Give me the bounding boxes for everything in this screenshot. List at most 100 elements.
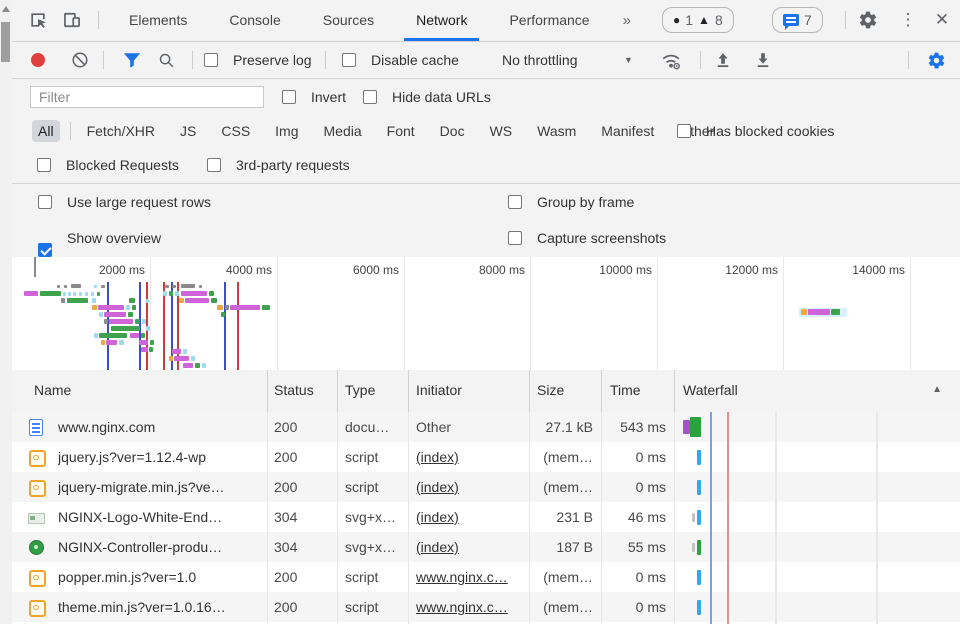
- overview-bar: [99, 312, 103, 317]
- import-har-icon[interactable]: [714, 51, 732, 69]
- issues-badge[interactable]: 7: [772, 7, 823, 33]
- column-header-initiator[interactable]: Initiator: [416, 382, 462, 398]
- request-initiator: (index): [416, 442, 524, 472]
- use-large-rows-checkbox[interactable]: [38, 195, 52, 209]
- tab-sources[interactable]: Sources: [302, 0, 395, 41]
- inspect-element-icon[interactable]: [28, 10, 48, 30]
- issues-icon: [783, 14, 799, 26]
- waterfall-cell: [674, 412, 946, 442]
- initiator-link[interactable]: www.nginx.c…: [416, 569, 508, 585]
- close-devtools-icon[interactable]: ✕: [932, 10, 952, 30]
- request-type: script: [345, 592, 403, 622]
- initiator-link[interactable]: www.nginx.c…: [416, 599, 508, 615]
- request-initiator: (index): [416, 532, 524, 562]
- request-row[interactable]: popper.min.js?ver=1.0200scriptwww.nginx.…: [12, 562, 960, 592]
- overview-bar: [191, 356, 195, 361]
- more-tabs-button[interactable]: »: [611, 1, 643, 41]
- overview-bar: [141, 333, 145, 338]
- network-settings-gear-icon[interactable]: [927, 51, 946, 70]
- request-row[interactable]: theme.min.js?ver=1.0.16…200scriptwww.ngi…: [12, 592, 960, 622]
- has-blocked-cookies-checkbox[interactable]: [677, 124, 691, 138]
- filter-input[interactable]: [30, 86, 264, 108]
- request-row[interactable]: jquery-migrate.min.js?ve…200script(index…: [12, 472, 960, 502]
- initiator-link[interactable]: (index): [416, 479, 459, 495]
- overview-bar: [172, 285, 176, 288]
- overview-bar: [63, 292, 66, 296]
- filter-type-js[interactable]: JS: [174, 120, 202, 142]
- column-header-time[interactable]: Time: [610, 382, 641, 398]
- issues-count: 7: [804, 12, 812, 28]
- column-divider: [529, 412, 530, 624]
- errors-warnings-badge[interactable]: ● 1 ▲ 8: [662, 7, 734, 33]
- filter-type-all[interactable]: All: [32, 120, 60, 142]
- overview-bar: [142, 319, 146, 324]
- column-header-size[interactable]: Size: [537, 382, 564, 398]
- filter-type-css[interactable]: CSS: [215, 120, 256, 142]
- blocked-requests-checkbox[interactable]: [37, 158, 51, 172]
- overview-bar: [85, 292, 88, 296]
- initiator-link[interactable]: (index): [416, 539, 459, 555]
- filter-type-wasm[interactable]: Wasm: [531, 120, 582, 142]
- divider: [192, 51, 193, 69]
- filter-type-manifest[interactable]: Manifest: [595, 120, 660, 142]
- capture-screenshots-checkbox[interactable]: [508, 231, 522, 245]
- initiator-link[interactable]: (index): [416, 449, 459, 465]
- kebab-menu-icon[interactable]: ⋮: [898, 10, 918, 30]
- filter-type-img[interactable]: Img: [269, 120, 304, 142]
- network-conditions-icon[interactable]: [660, 51, 682, 70]
- filter-type-media[interactable]: Media: [318, 120, 368, 142]
- request-time: 0 ms: [601, 562, 666, 592]
- chevron-down-icon[interactable]: ▼: [624, 55, 633, 65]
- group-by-frame-label: Group by frame: [537, 194, 634, 210]
- filter-type-font[interactable]: Font: [381, 120, 421, 142]
- request-size: (mem…: [529, 592, 593, 622]
- scroll-up-arrow-icon[interactable]: [2, 6, 10, 12]
- column-header-type[interactable]: Type: [345, 382, 375, 398]
- overview-bar: [183, 363, 193, 368]
- filter-funnel-icon[interactable]: [123, 52, 141, 69]
- record-button[interactable]: [31, 53, 45, 67]
- tab-network[interactable]: Network: [395, 0, 488, 41]
- column-header-name[interactable]: Name: [34, 382, 71, 398]
- request-row[interactable]: www.nginx.com200docu…Other27.1 kB543 ms: [12, 412, 960, 442]
- resource-type-filter-bar: All Fetch/XHR JS CSS Img Media Font Doc WS Wasm Ma…: [12, 115, 960, 147]
- column-divider: [267, 412, 268, 624]
- overview-bar: [181, 284, 195, 288]
- third-party-requests-checkbox[interactable]: [207, 158, 221, 172]
- network-overview-timeline[interactable]: 2000 ms4000 ms6000 ms8000 ms10000 ms1200…: [12, 257, 960, 371]
- overview-bar: [24, 291, 38, 296]
- column-header-status[interactable]: Status: [274, 382, 314, 398]
- tab-console[interactable]: Console: [208, 0, 301, 41]
- request-type: script: [345, 562, 403, 592]
- hide-data-urls-checkbox[interactable]: [363, 90, 377, 104]
- disable-cache-checkbox[interactable]: [342, 53, 356, 67]
- filter-type-fetch-xhr[interactable]: Fetch/XHR: [81, 120, 161, 142]
- waterfall-bar: [683, 420, 690, 434]
- clear-network-log-icon[interactable]: [71, 51, 89, 69]
- tab-performance[interactable]: Performance: [488, 0, 610, 41]
- initiator-link[interactable]: (index): [416, 509, 459, 525]
- overview-bar: [163, 291, 167, 296]
- request-row[interactable]: NGINX-Controller-produ…304svg+x…(index)1…: [12, 532, 960, 562]
- request-row[interactable]: jquery.js?ver=1.12.4-wp200script(index)(…: [12, 442, 960, 472]
- throttling-select[interactable]: No throttling: [502, 52, 577, 68]
- show-overview-checkbox[interactable]: [38, 243, 52, 257]
- request-time: 0 ms: [601, 592, 666, 622]
- search-icon[interactable]: [158, 52, 175, 69]
- export-har-icon[interactable]: [754, 51, 772, 69]
- sort-ascending-icon[interactable]: ▲: [932, 384, 942, 395]
- settings-gear-icon[interactable]: [858, 10, 878, 30]
- filter-type-doc[interactable]: Doc: [434, 120, 471, 142]
- group-by-frame-checkbox[interactable]: [508, 195, 522, 209]
- preserve-log-checkbox[interactable]: [204, 53, 218, 67]
- invert-checkbox[interactable]: [282, 90, 296, 104]
- device-toolbar-icon[interactable]: [62, 10, 82, 30]
- filter-type-ws[interactable]: WS: [484, 120, 519, 142]
- filter-bar: Invert Hide data URLs: [12, 79, 960, 115]
- scrollbar-thumb[interactable]: [1, 22, 10, 62]
- request-size: (mem…: [529, 472, 593, 502]
- tab-elements[interactable]: Elements: [108, 0, 208, 41]
- timeline-tick-label: 2000 ms: [99, 263, 150, 277]
- request-row[interactable]: NGINX-Logo-White-End…304svg+x…(index)231…: [12, 502, 960, 532]
- column-header-waterfall[interactable]: Waterfall: [683, 382, 738, 398]
